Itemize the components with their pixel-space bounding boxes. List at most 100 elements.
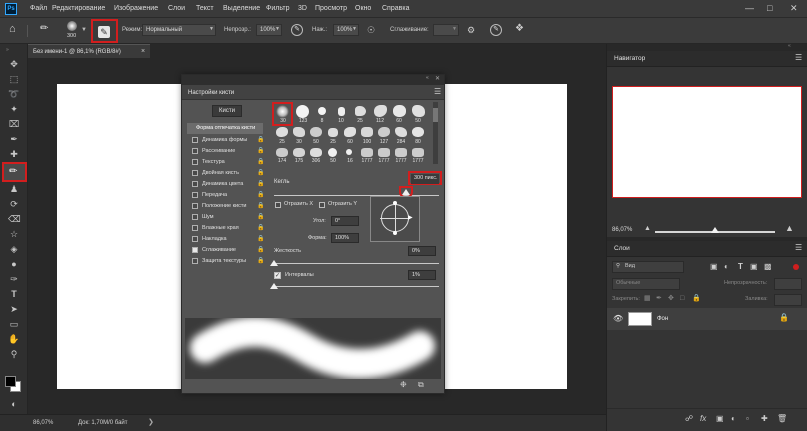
checkbox[interactable] bbox=[192, 192, 198, 198]
zoom-level[interactable]: 86,07% bbox=[33, 420, 53, 426]
brush-preset-icon[interactable] bbox=[293, 127, 305, 137]
crop-tool-icon[interactable]: ⌧ bbox=[8, 118, 20, 130]
navigator-title[interactable]: Навигатор bbox=[614, 55, 645, 63]
history-brush-icon[interactable]: ⟳ bbox=[8, 198, 20, 210]
sidebar-item-scattering[interactable]: Рассеивание 🔒 bbox=[190, 147, 264, 158]
filter-pixel-icon[interactable]: ▣ bbox=[710, 263, 718, 271]
eyedropper-tool-icon[interactable]: ✒ bbox=[8, 133, 20, 145]
checkbox[interactable] bbox=[192, 159, 198, 165]
navigator-preview[interactable] bbox=[612, 86, 802, 198]
hardness-slider-thumb[interactable] bbox=[270, 260, 278, 266]
brush-preset-icon[interactable] bbox=[276, 148, 288, 157]
brush-preset-icon[interactable] bbox=[276, 127, 288, 137]
eraser-tool-icon[interactable]: ⌫ bbox=[8, 213, 21, 225]
sidebar-item-noise[interactable]: Шум 🔒 bbox=[190, 213, 264, 224]
sidebar-item-texture[interactable]: Текстура 🔒 bbox=[190, 158, 264, 169]
filter-type-icon[interactable]: T bbox=[738, 263, 743, 271]
checkbox[interactable] bbox=[192, 203, 198, 209]
minimize-icon[interactable]: — bbox=[745, 4, 754, 13]
arrow-right-icon[interactable]: ▶ bbox=[408, 215, 413, 221]
brush-preset-icon[interactable] bbox=[361, 127, 373, 137]
pressure-size-icon[interactable]: ✎ bbox=[490, 24, 502, 36]
menu-type[interactable]: Текст bbox=[196, 5, 214, 12]
sidebar-item-wet-edges[interactable]: Влажные края 🔒 bbox=[190, 224, 264, 235]
brush-preset-icon[interactable] bbox=[310, 148, 322, 157]
maximize-icon[interactable]: □ bbox=[767, 4, 772, 13]
shape-tool-icon[interactable]: ▭ bbox=[8, 318, 20, 330]
sidebar-item-protect-texture[interactable]: Защита текстуры 🔒 bbox=[190, 257, 264, 268]
menu-help[interactable]: Справка bbox=[382, 5, 409, 12]
sidebar-item-brush-tip-shape[interactable]: Форма отпечатка кисти bbox=[187, 123, 263, 134]
spacing-slider-thumb[interactable] bbox=[270, 283, 278, 289]
new-layer-icon[interactable]: ✚ bbox=[761, 415, 768, 423]
layers-title[interactable]: Слои bbox=[614, 245, 630, 253]
size-input[interactable]: 300 пикс. bbox=[411, 174, 439, 184]
collapse-icon[interactable]: » bbox=[6, 47, 9, 53]
lock-icon[interactable]: 🔒 bbox=[257, 147, 264, 154]
menu-file[interactable]: Файл bbox=[30, 5, 47, 12]
mode-select[interactable]: Нормальный bbox=[142, 24, 216, 36]
lock-icon[interactable]: 🔒 bbox=[257, 169, 264, 176]
sidebar-item-shape-dynamics[interactable]: Динамика формы 🔒 bbox=[190, 136, 264, 147]
navigator-slider-thumb[interactable] bbox=[711, 227, 719, 233]
layer-name[interactable]: Фон bbox=[657, 316, 668, 322]
checkbox[interactable] bbox=[192, 181, 198, 187]
angle-roundness-widget[interactable]: ▶ bbox=[370, 196, 420, 242]
brush-preset-icon[interactable] bbox=[374, 105, 387, 117]
hand-tool-icon[interactable]: ✋ bbox=[8, 333, 20, 345]
brush-preset-icon[interactable] bbox=[344, 127, 356, 137]
chevron-down-icon[interactable]: ▼ bbox=[452, 27, 457, 32]
paint-bucket-icon[interactable]: ☆ bbox=[8, 228, 20, 240]
filter-shape-icon[interactable]: ▣ bbox=[750, 263, 758, 271]
brush-preset-icon[interactable] bbox=[328, 128, 338, 137]
menu-layers[interactable]: Слои bbox=[168, 5, 185, 12]
menu-select[interactable]: Выделение bbox=[223, 5, 260, 12]
brush-preset-icon[interactable] bbox=[378, 127, 390, 137]
home-icon[interactable]: ⌂ bbox=[9, 24, 16, 35]
brushes-button[interactable]: Кисти bbox=[212, 105, 242, 117]
filter-smart-icon[interactable]: ▩ bbox=[764, 263, 772, 271]
dodge-tool-icon[interactable]: ● bbox=[8, 258, 20, 270]
foreground-color-swatch[interactable] bbox=[5, 376, 16, 387]
brush-preset-icon[interactable] bbox=[355, 106, 366, 116]
stamp-tool-icon[interactable]: ♟ bbox=[8, 183, 20, 195]
adjustment-layer-icon[interactable]: ◐ bbox=[731, 415, 736, 423]
toggle-brush-settings-highlight[interactable]: ✎ bbox=[91, 19, 118, 43]
symmetry-icon[interactable]: ❖ bbox=[515, 23, 524, 35]
blur-tool-icon[interactable]: ◈ bbox=[8, 243, 20, 255]
sidebar-item-transfer[interactable]: Передача 🔒 bbox=[190, 191, 264, 202]
lock-icon[interactable]: 🔒 bbox=[257, 257, 264, 264]
checkbox[interactable] bbox=[192, 258, 198, 264]
lock-icon[interactable]: 🔒 bbox=[257, 202, 264, 209]
chevron-down-icon[interactable]: ▼ bbox=[352, 27, 357, 32]
close-panel-icon[interactable]: ✕ bbox=[435, 76, 440, 82]
chevron-down-icon[interactable]: ▼ bbox=[275, 27, 280, 32]
brush-preset-icon[interactable] bbox=[378, 148, 390, 157]
smoothing-settings-icon[interactable]: ⚙ bbox=[467, 25, 475, 35]
panel-menu-icon[interactable]: ☰ bbox=[434, 88, 441, 96]
presets-scrollbar[interactable] bbox=[433, 102, 438, 164]
checkbox[interactable] bbox=[192, 148, 198, 154]
collapse-icon[interactable]: « bbox=[426, 76, 429, 81]
filter-adjustment-icon[interactable]: ◐ bbox=[724, 263, 729, 271]
new-group-icon[interactable]: ▫ bbox=[746, 415, 749, 423]
size-slider-thumb[interactable] bbox=[402, 189, 410, 195]
brush-preset-icon[interactable] bbox=[293, 148, 305, 157]
brush-tip-toggle-icon[interactable]: ❉ bbox=[400, 381, 407, 389]
close-tab-icon[interactable]: × bbox=[141, 48, 145, 55]
lasso-tool-icon[interactable]: ➰ bbox=[8, 88, 20, 100]
brush-preset-icon[interactable] bbox=[412, 105, 425, 117]
spacing-input[interactable]: 1% bbox=[408, 270, 436, 280]
menu-image[interactable]: Изображение bbox=[114, 5, 158, 12]
layer-mask-icon[interactable]: ▣ bbox=[716, 415, 724, 423]
lock-icon[interactable]: 🔒 bbox=[257, 235, 264, 242]
zoom-out-icon[interactable]: ▲ bbox=[644, 225, 654, 233]
lock-icon[interactable]: 🔒 bbox=[779, 314, 789, 322]
collapse-icon[interactable]: « bbox=[788, 44, 791, 49]
chevron-down-icon[interactable]: ▼ bbox=[81, 27, 87, 33]
panel-menu-icon[interactable]: ☰ bbox=[795, 54, 802, 62]
magic-wand-tool-icon[interactable]: ✦ bbox=[8, 103, 20, 115]
sidebar-item-build-up[interactable]: Накладка 🔒 bbox=[190, 235, 264, 246]
brush-preset-icon[interactable] bbox=[393, 105, 406, 117]
lock-icon[interactable]: 🔒 bbox=[257, 246, 264, 253]
